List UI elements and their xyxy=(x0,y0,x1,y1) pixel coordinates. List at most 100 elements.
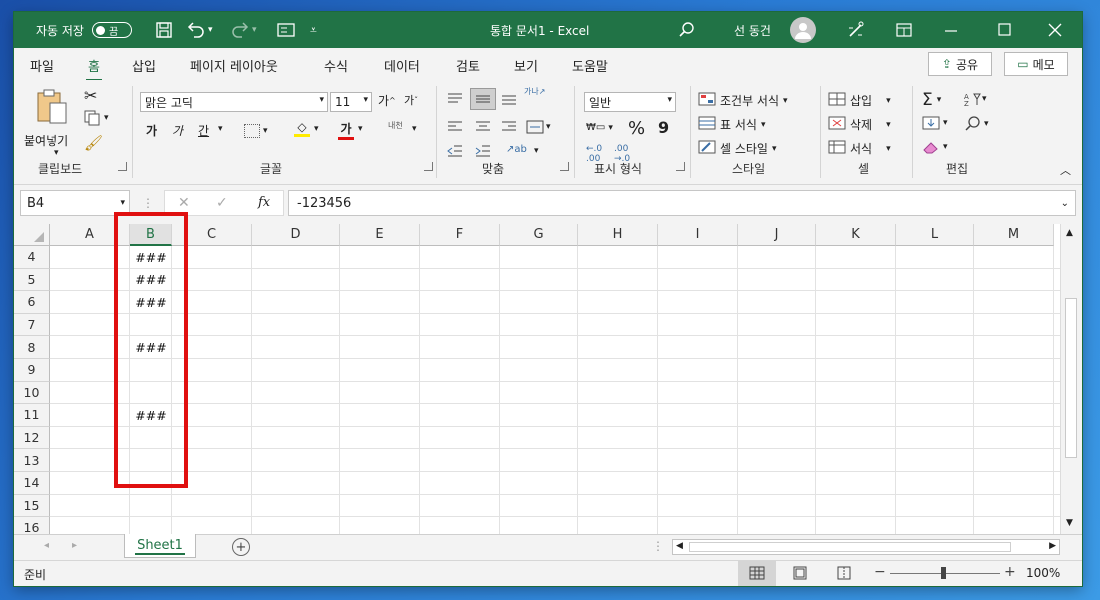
sort-filter-icon[interactable]: A Z ▾ xyxy=(964,92,987,106)
horizontal-scroll-thumb[interactable] xyxy=(689,542,1011,552)
comma-button[interactable]: 9 xyxy=(658,118,669,137)
align-right-icon[interactable] xyxy=(500,120,518,134)
tab-review[interactable]: 검토 xyxy=(456,56,480,75)
horizontal-scrollbar[interactable]: ◀ ▶ xyxy=(672,539,1060,555)
worksheet-grid[interactable]: A B C D E F G H I J K L M 4 5 6 7 8 9 10 11 12 13 14 15 16 ### ### #… xyxy=(14,224,1060,534)
delete-cells-button[interactable]: 삭제 ▾ xyxy=(828,116,891,133)
paste-button[interactable] xyxy=(28,86,74,126)
cell-B11[interactable]: ### xyxy=(130,404,172,427)
user-avatar[interactable] xyxy=(790,12,816,48)
name-box[interactable]: B4 ▾ xyxy=(20,190,130,216)
row-header-13[interactable]: 13 xyxy=(14,449,50,472)
fill-color-button[interactable]: ◇ xyxy=(294,120,310,137)
tab-data[interactable]: 데이터 xyxy=(384,56,420,75)
cell-B6[interactable]: ### xyxy=(130,291,172,314)
number-format-combo[interactable]: 일반 ▾ xyxy=(584,92,676,112)
align-left-icon[interactable] xyxy=(446,120,464,134)
clipboard-launcher-icon[interactable] xyxy=(118,162,127,171)
tab-page-layout[interactable]: 페이지 레이아웃 xyxy=(190,56,278,75)
designer-pen-icon[interactable] xyxy=(846,12,866,48)
percent-button[interactable]: % xyxy=(628,118,645,139)
orientation-icon[interactable]: ↗ab xyxy=(506,144,527,155)
save-button[interactable] xyxy=(154,12,174,48)
column-header-M[interactable]: M xyxy=(974,224,1054,246)
accounting-format-button[interactable]: ₩▭ ▾ xyxy=(586,122,613,133)
copy-icon[interactable]: ▾ xyxy=(84,110,109,126)
vertical-scroll-thumb[interactable] xyxy=(1065,298,1077,458)
increase-indent-icon[interactable] xyxy=(474,144,492,158)
column-header-F[interactable]: F xyxy=(420,224,500,246)
collapse-ribbon-icon[interactable]: ︿ xyxy=(1060,162,1071,178)
align-bottom-icon[interactable] xyxy=(500,92,518,106)
cut-icon[interactable]: ✂ xyxy=(84,86,97,105)
row-header-11[interactable]: 11 xyxy=(14,404,50,427)
decrease-indent-icon[interactable] xyxy=(446,144,464,158)
scroll-left-icon[interactable]: ◀ xyxy=(676,541,683,551)
tab-view[interactable]: 보기 xyxy=(514,56,538,75)
scroll-right-icon[interactable]: ▶ xyxy=(1049,541,1056,551)
format-painter-icon[interactable]: 🖌 xyxy=(84,134,103,152)
italic-button[interactable]: 가 xyxy=(172,122,183,139)
underline-button[interactable]: 간 xyxy=(198,122,209,139)
number-launcher-icon[interactable] xyxy=(676,162,685,171)
row-header-4[interactable]: 4 xyxy=(14,246,50,269)
row-header-10[interactable]: 10 xyxy=(14,381,50,405)
insert-cells-button[interactable]: 삽입 ▾ xyxy=(828,92,891,109)
tab-insert[interactable]: 삽입 xyxy=(132,56,156,75)
align-middle-icon[interactable] xyxy=(470,88,496,110)
column-header-A[interactable]: A xyxy=(50,224,130,246)
row-header-14[interactable]: 14 xyxy=(14,472,50,495)
undo-button[interactable]: ▾ xyxy=(186,12,213,48)
fill-icon[interactable]: ▾ xyxy=(922,116,948,130)
scroll-down-icon[interactable]: ▼ xyxy=(1066,518,1073,528)
column-header-K[interactable]: K xyxy=(816,224,896,246)
cell-styles-button[interactable]: 셀 스타일 ▾ xyxy=(698,140,777,157)
formula-input[interactable]: -123456 ⌄ xyxy=(288,190,1076,216)
cell-B5[interactable]: ### xyxy=(130,269,172,292)
search-icon[interactable] xyxy=(678,12,696,48)
cancel-icon[interactable]: ✕ xyxy=(178,195,190,211)
format-cells-button[interactable]: 서식 ▾ xyxy=(828,140,891,157)
autosum-icon[interactable]: Σ ▾ xyxy=(922,90,941,110)
column-header-J[interactable]: J xyxy=(738,224,816,246)
select-all-button[interactable] xyxy=(14,224,50,246)
page-break-view-icon[interactable] xyxy=(836,566,852,583)
column-header-D[interactable]: D xyxy=(252,224,340,246)
add-sheet-icon[interactable]: + xyxy=(232,538,250,556)
normal-view-button[interactable] xyxy=(738,561,776,586)
column-header-L[interactable]: L xyxy=(896,224,974,246)
close-icon[interactable] xyxy=(1048,12,1062,48)
page-layout-view-icon[interactable] xyxy=(792,566,808,583)
tab-home[interactable]: 홈 xyxy=(86,56,102,82)
font-color-dropdown-icon[interactable]: ▾ xyxy=(358,124,363,134)
column-header-B[interactable]: B xyxy=(130,224,172,246)
enter-icon[interactable]: ✓ xyxy=(216,195,228,211)
zoom-out-icon[interactable]: − xyxy=(874,564,886,580)
format-as-table-button[interactable]: 표 서식 ▾ xyxy=(698,116,765,133)
minimize-icon[interactable] xyxy=(944,12,958,48)
scroll-up-icon[interactable]: ▲ xyxy=(1066,228,1073,238)
row-header-6[interactable]: 6 xyxy=(14,291,50,314)
tab-file[interactable]: 파일 xyxy=(30,56,54,75)
next-sheet-icon[interactable]: ▸ xyxy=(72,540,77,551)
expand-formula-icon[interactable]: ⌄ xyxy=(1061,198,1069,209)
autosave-toggle[interactable]: 끔 xyxy=(91,22,132,38)
zoom-in-icon[interactable]: + xyxy=(1004,564,1016,580)
column-header-C[interactable]: C xyxy=(172,224,252,246)
tab-split-grip-icon[interactable]: ⋮ xyxy=(652,539,664,553)
clear-icon[interactable]: ▾ xyxy=(922,140,948,154)
zoom-slider-thumb[interactable] xyxy=(941,567,946,579)
align-center-icon[interactable] xyxy=(474,120,492,134)
shrink-font-button[interactable]: 가ˇ xyxy=(404,92,418,108)
share-button[interactable]: ⇪ 공유 xyxy=(928,52,992,76)
tab-help[interactable]: 도움말 xyxy=(572,56,608,75)
row-header-9[interactable]: 9 xyxy=(14,359,50,382)
cell-B4[interactable]: ### xyxy=(130,246,172,269)
row-header-12[interactable]: 12 xyxy=(14,426,50,450)
underline-dropdown-icon[interactable]: ▾ xyxy=(218,124,223,134)
alignment-launcher-icon[interactable] xyxy=(560,162,569,171)
cell-B8[interactable]: ### xyxy=(130,336,172,359)
font-launcher-icon[interactable] xyxy=(424,162,433,171)
ribbon-display-icon[interactable] xyxy=(896,12,912,48)
prev-sheet-icon[interactable]: ◂ xyxy=(44,540,49,551)
